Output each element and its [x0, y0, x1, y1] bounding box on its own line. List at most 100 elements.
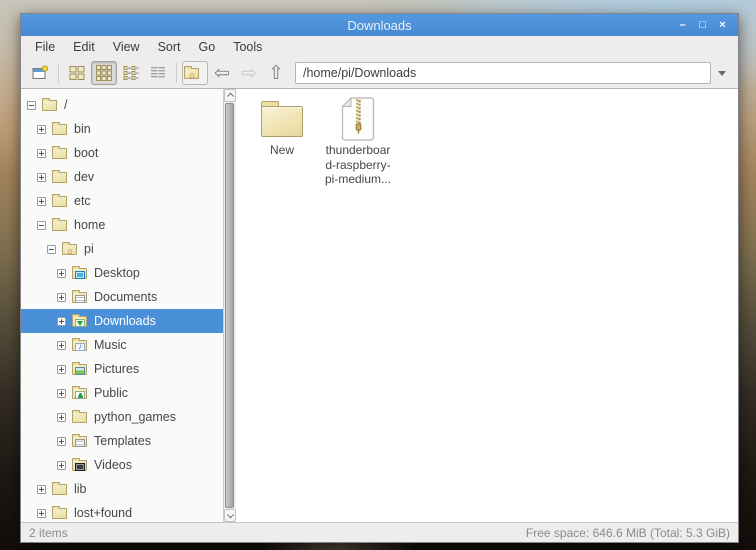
expander-plus-icon[interactable]: [37, 484, 46, 494]
file-view[interactable]: New thunderboar d-raspberry- pi-medium..…: [236, 89, 738, 522]
forward-button[interactable]: ⇨: [236, 61, 262, 85]
pictures-folder-icon: [72, 361, 88, 377]
file-label-line: thunderboar: [325, 143, 391, 157]
expander-plus-icon[interactable]: [37, 148, 46, 158]
tree-item-label: Desktop: [94, 266, 140, 280]
file-label-line: d-raspberry-: [325, 157, 391, 172]
minimize-button[interactable]: –: [676, 14, 689, 36]
file-manager-window: Downloads – □ × File Edit View Sort Go T…: [20, 13, 739, 543]
expander-plus-icon[interactable]: [57, 292, 66, 302]
tree-item-templates[interactable]: Templates: [21, 429, 223, 453]
tree-item-home[interactable]: home: [21, 213, 223, 237]
compact-view-button[interactable]: [118, 61, 144, 85]
home-button[interactable]: [182, 61, 208, 85]
icon-view-button[interactable]: [64, 61, 90, 85]
expander-plus-icon[interactable]: [37, 172, 46, 182]
compact-view-icon: [123, 66, 139, 80]
expander-plus-icon[interactable]: [37, 196, 46, 206]
home-folder-icon: [62, 241, 78, 257]
menu-view[interactable]: View: [104, 38, 149, 56]
scroll-down-button[interactable]: [224, 509, 236, 522]
tree-item-dev[interactable]: dev: [21, 165, 223, 189]
new-window-button[interactable]: [27, 61, 53, 85]
back-arrow-icon: ⇦: [214, 62, 230, 84]
tree-item-bin[interactable]: bin: [21, 117, 223, 141]
expander-plus-icon[interactable]: [57, 340, 66, 350]
folder-icon: [52, 193, 68, 209]
chevron-down-icon: [718, 70, 726, 76]
address-bar-input[interactable]: [295, 62, 711, 84]
expander-minus-icon[interactable]: [27, 100, 36, 110]
expander-plus-icon[interactable]: [57, 388, 66, 398]
content-area: / bin boot dev etc home ⌂ pi Desktop Doc…: [21, 88, 738, 522]
thumbnail-view-icon: [96, 65, 112, 81]
tree-item-label: Downloads: [94, 314, 156, 328]
tree-item-root[interactable]: /: [21, 93, 223, 117]
expander-plus-icon[interactable]: [57, 436, 66, 446]
detailed-list-view-icon: [151, 67, 165, 78]
folder-icon: [52, 145, 68, 161]
tree-item-label: python_games: [94, 410, 177, 424]
desktop-folder-icon: [72, 265, 88, 281]
file-label: New: [269, 143, 294, 157]
maximize-button[interactable]: □: [696, 14, 709, 36]
tree-item-label: home: [74, 218, 106, 232]
expander-plus-icon[interactable]: [57, 364, 66, 374]
menu-tools[interactable]: Tools: [224, 38, 271, 56]
tree-item-etc[interactable]: etc: [21, 189, 223, 213]
new-window-icon: [32, 65, 48, 79]
detailed-list-view-button[interactable]: [145, 61, 171, 85]
file-item-zip-archive[interactable]: thunderboar d-raspberry- pi-medium...: [320, 95, 396, 187]
zip-archive-icon: [341, 97, 375, 141]
folder-icon: [52, 505, 68, 521]
up-arrow-icon: ⇧: [268, 62, 284, 84]
tree-item-pictures[interactable]: Pictures: [21, 357, 223, 381]
folder-icon: [42, 97, 58, 113]
tree-item-pi[interactable]: pi: [21, 237, 223, 261]
tree-item-music[interactable]: Music: [21, 333, 223, 357]
menu-sort[interactable]: Sort: [149, 38, 190, 56]
tree-item-downloads[interactable]: Downloads: [21, 309, 223, 333]
videos-folder-icon: [72, 457, 88, 473]
scroll-up-button[interactable]: [224, 89, 236, 102]
toolbar-separator: [58, 63, 59, 83]
expander-plus-icon[interactable]: [57, 268, 66, 278]
tree-item-python-games[interactable]: python_games: [21, 405, 223, 429]
tree-item-boot[interactable]: boot: [21, 141, 223, 165]
tree-item-desktop[interactable]: Desktop: [21, 261, 223, 285]
tree-item-lost-found[interactable]: lost+found: [21, 501, 223, 522]
toolbar: ⇦ ⇨ ⇧: [21, 58, 738, 88]
tree-item-documents[interactable]: Documents: [21, 285, 223, 309]
expander-plus-icon[interactable]: [37, 124, 46, 134]
tree-item-public[interactable]: Public: [21, 381, 223, 405]
file-item-new-folder[interactable]: New: [244, 95, 320, 158]
expander-minus-icon[interactable]: [37, 220, 46, 230]
folder-icon: [52, 217, 68, 233]
up-button[interactable]: ⇧: [263, 61, 289, 85]
close-button[interactable]: ×: [716, 14, 729, 36]
sidebar-scrollbar[interactable]: [223, 89, 236, 522]
address-dropdown-button[interactable]: [712, 62, 732, 84]
templates-folder-icon: [72, 433, 88, 449]
desktop-wallpaper[interactable]: Downloads – □ × File Edit View Sort Go T…: [0, 0, 756, 550]
expander-plus-icon[interactable]: [57, 316, 66, 326]
tree-item-label: lost+found: [74, 506, 133, 520]
menu-file[interactable]: File: [26, 38, 64, 56]
tree-item-videos[interactable]: Videos: [21, 453, 223, 477]
expander-plus-icon[interactable]: [57, 460, 66, 470]
menu-edit[interactable]: Edit: [64, 38, 104, 56]
expander-plus-icon[interactable]: [37, 508, 46, 518]
tree-item-label: Pictures: [94, 362, 140, 376]
titlebar[interactable]: Downloads – □ ×: [21, 14, 738, 36]
directory-tree[interactable]: / bin boot dev etc home ⌂ pi Desktop Doc…: [21, 89, 223, 522]
icon-view-icon: [69, 66, 85, 80]
expander-minus-icon[interactable]: [47, 244, 56, 254]
expander-plus-icon[interactable]: [57, 412, 66, 422]
thumbnail-view-button[interactable]: [91, 61, 117, 85]
menu-go[interactable]: Go: [190, 38, 225, 56]
downloads-folder-icon: [72, 313, 88, 329]
back-button[interactable]: ⇦: [209, 61, 235, 85]
scrollbar-thumb[interactable]: [225, 103, 234, 508]
tree-item-lib[interactable]: lib: [21, 477, 223, 501]
tree-item-label: Templates: [94, 434, 151, 448]
